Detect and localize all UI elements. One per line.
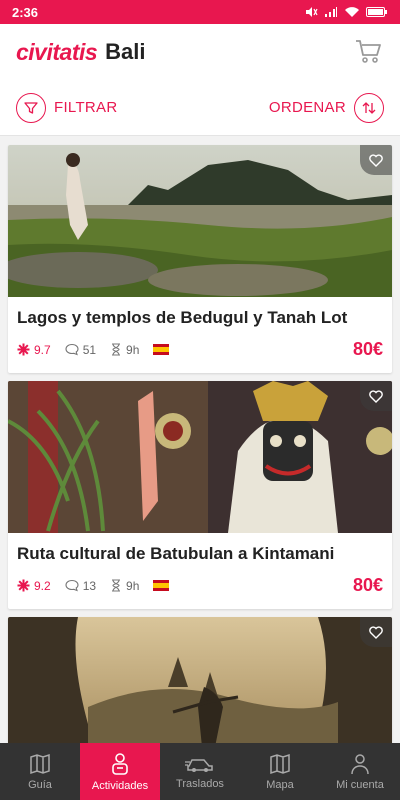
heart-icon: [369, 153, 383, 167]
reviews-count: 13: [82, 578, 97, 593]
tab-guia[interactable]: Guía: [0, 743, 80, 800]
reviews-count: 51: [82, 342, 97, 357]
reviews: 51: [65, 343, 96, 357]
tab-mapa[interactable]: Mapa: [240, 743, 320, 800]
cart-icon: [356, 40, 381, 63]
activity-title: Lagos y templos de Bedugul y Tanah Lot: [17, 308, 348, 327]
page-title: Bali: [105, 39, 146, 64]
duration: 9h: [110, 343, 139, 357]
filter-button[interactable]: FILTRAR: [16, 92, 118, 123]
favorite-button[interactable]: [360, 617, 392, 647]
activity-card[interactable]: Lagos y templos de Bedugul y Tanah Lot 9…: [8, 145, 392, 373]
sort-icon: [354, 92, 384, 123]
sort-button[interactable]: ORDENAR: [268, 92, 384, 123]
user-icon: [351, 753, 369, 774]
favorite-button[interactable]: [360, 145, 392, 175]
activity-list: Lagos y templos de Bedugul y Tanah Lot 9…: [8, 145, 392, 765]
tab-actividades[interactable]: Actividades: [80, 743, 160, 800]
spanish-flag-icon: [153, 344, 170, 355]
activity-meta: 9.2 13 9h 80€: [17, 575, 383, 596]
rating-value: 9.7: [34, 342, 51, 357]
app-bar: civitatis Bali: [0, 24, 400, 80]
activity-card[interactable]: Ruta cultural de Batubulan a Kintamani 9…: [8, 381, 392, 609]
activity-info: Lagos y templos de Bedugul y Tanah Lot 9…: [8, 297, 392, 373]
activity-image: [8, 617, 392, 757]
status-time: 2:36: [12, 4, 39, 20]
rating-value: 9.2: [34, 578, 51, 593]
comment-icon: [65, 579, 79, 592]
activity-info: Ruta cultural de Batubulan a Kintamani 9…: [8, 533, 392, 609]
comment-icon: [65, 343, 79, 356]
bottom-tab-bar: Guía Actividades Traslados Mapa Mi cuent…: [0, 743, 400, 800]
activity-image: [8, 381, 392, 533]
cart-button[interactable]: [354, 37, 384, 67]
duration: 9h: [110, 579, 139, 593]
map-guide-icon: [30, 753, 50, 774]
spanish-flag-icon: [153, 580, 170, 591]
duration-value: 9h: [126, 342, 140, 357]
hourglass-icon: [112, 343, 121, 356]
activities-icon: [112, 752, 128, 775]
filter-bar: FILTRAR ORDENAR: [0, 80, 400, 136]
rating: 9.2: [17, 579, 51, 593]
tab-label: Guía: [28, 778, 52, 791]
heart-icon: [369, 625, 383, 639]
sort-label: ORDENAR: [268, 99, 346, 116]
rating-star-icon: [17, 579, 30, 592]
filter-icon: [16, 92, 46, 123]
activity-image: [8, 145, 392, 297]
filter-label: FILTRAR: [54, 99, 118, 116]
tab-label: Actividades: [91, 779, 149, 792]
tab-label: Mapa: [266, 778, 294, 791]
rating: 9.7: [17, 343, 51, 357]
tab-label: Traslados: [176, 777, 224, 790]
tab-label: Mi cuenta: [336, 778, 384, 791]
mute-icon: [306, 7, 318, 17]
favorite-button[interactable]: [360, 381, 392, 411]
duration-value: 9h: [126, 578, 140, 593]
activity-title: Ruta cultural de Batubulan a Kintamani: [17, 544, 335, 563]
car-icon: [185, 758, 213, 772]
hourglass-icon: [112, 579, 121, 592]
status-icons: [304, 6, 388, 18]
brand-logo[interactable]: civitatis: [16, 39, 98, 66]
activity-meta: 9.7 51 9h 80€: [17, 339, 383, 360]
activity-card[interactable]: [8, 617, 392, 757]
wifi-icon: [345, 7, 359, 17]
battery-icon: [366, 7, 387, 17]
heart-icon: [369, 389, 383, 403]
tab-mi-cuenta[interactable]: Mi cuenta: [320, 743, 400, 800]
tab-traslados[interactable]: Traslados: [160, 743, 240, 800]
reviews: 13: [65, 579, 96, 593]
activity-price: 80€: [352, 339, 383, 359]
activity-price: 80€: [352, 575, 383, 595]
rating-star-icon: [17, 343, 30, 356]
signal-icon: [325, 7, 337, 17]
map-icon: [270, 753, 290, 774]
status-bar: 2:36: [0, 0, 400, 24]
